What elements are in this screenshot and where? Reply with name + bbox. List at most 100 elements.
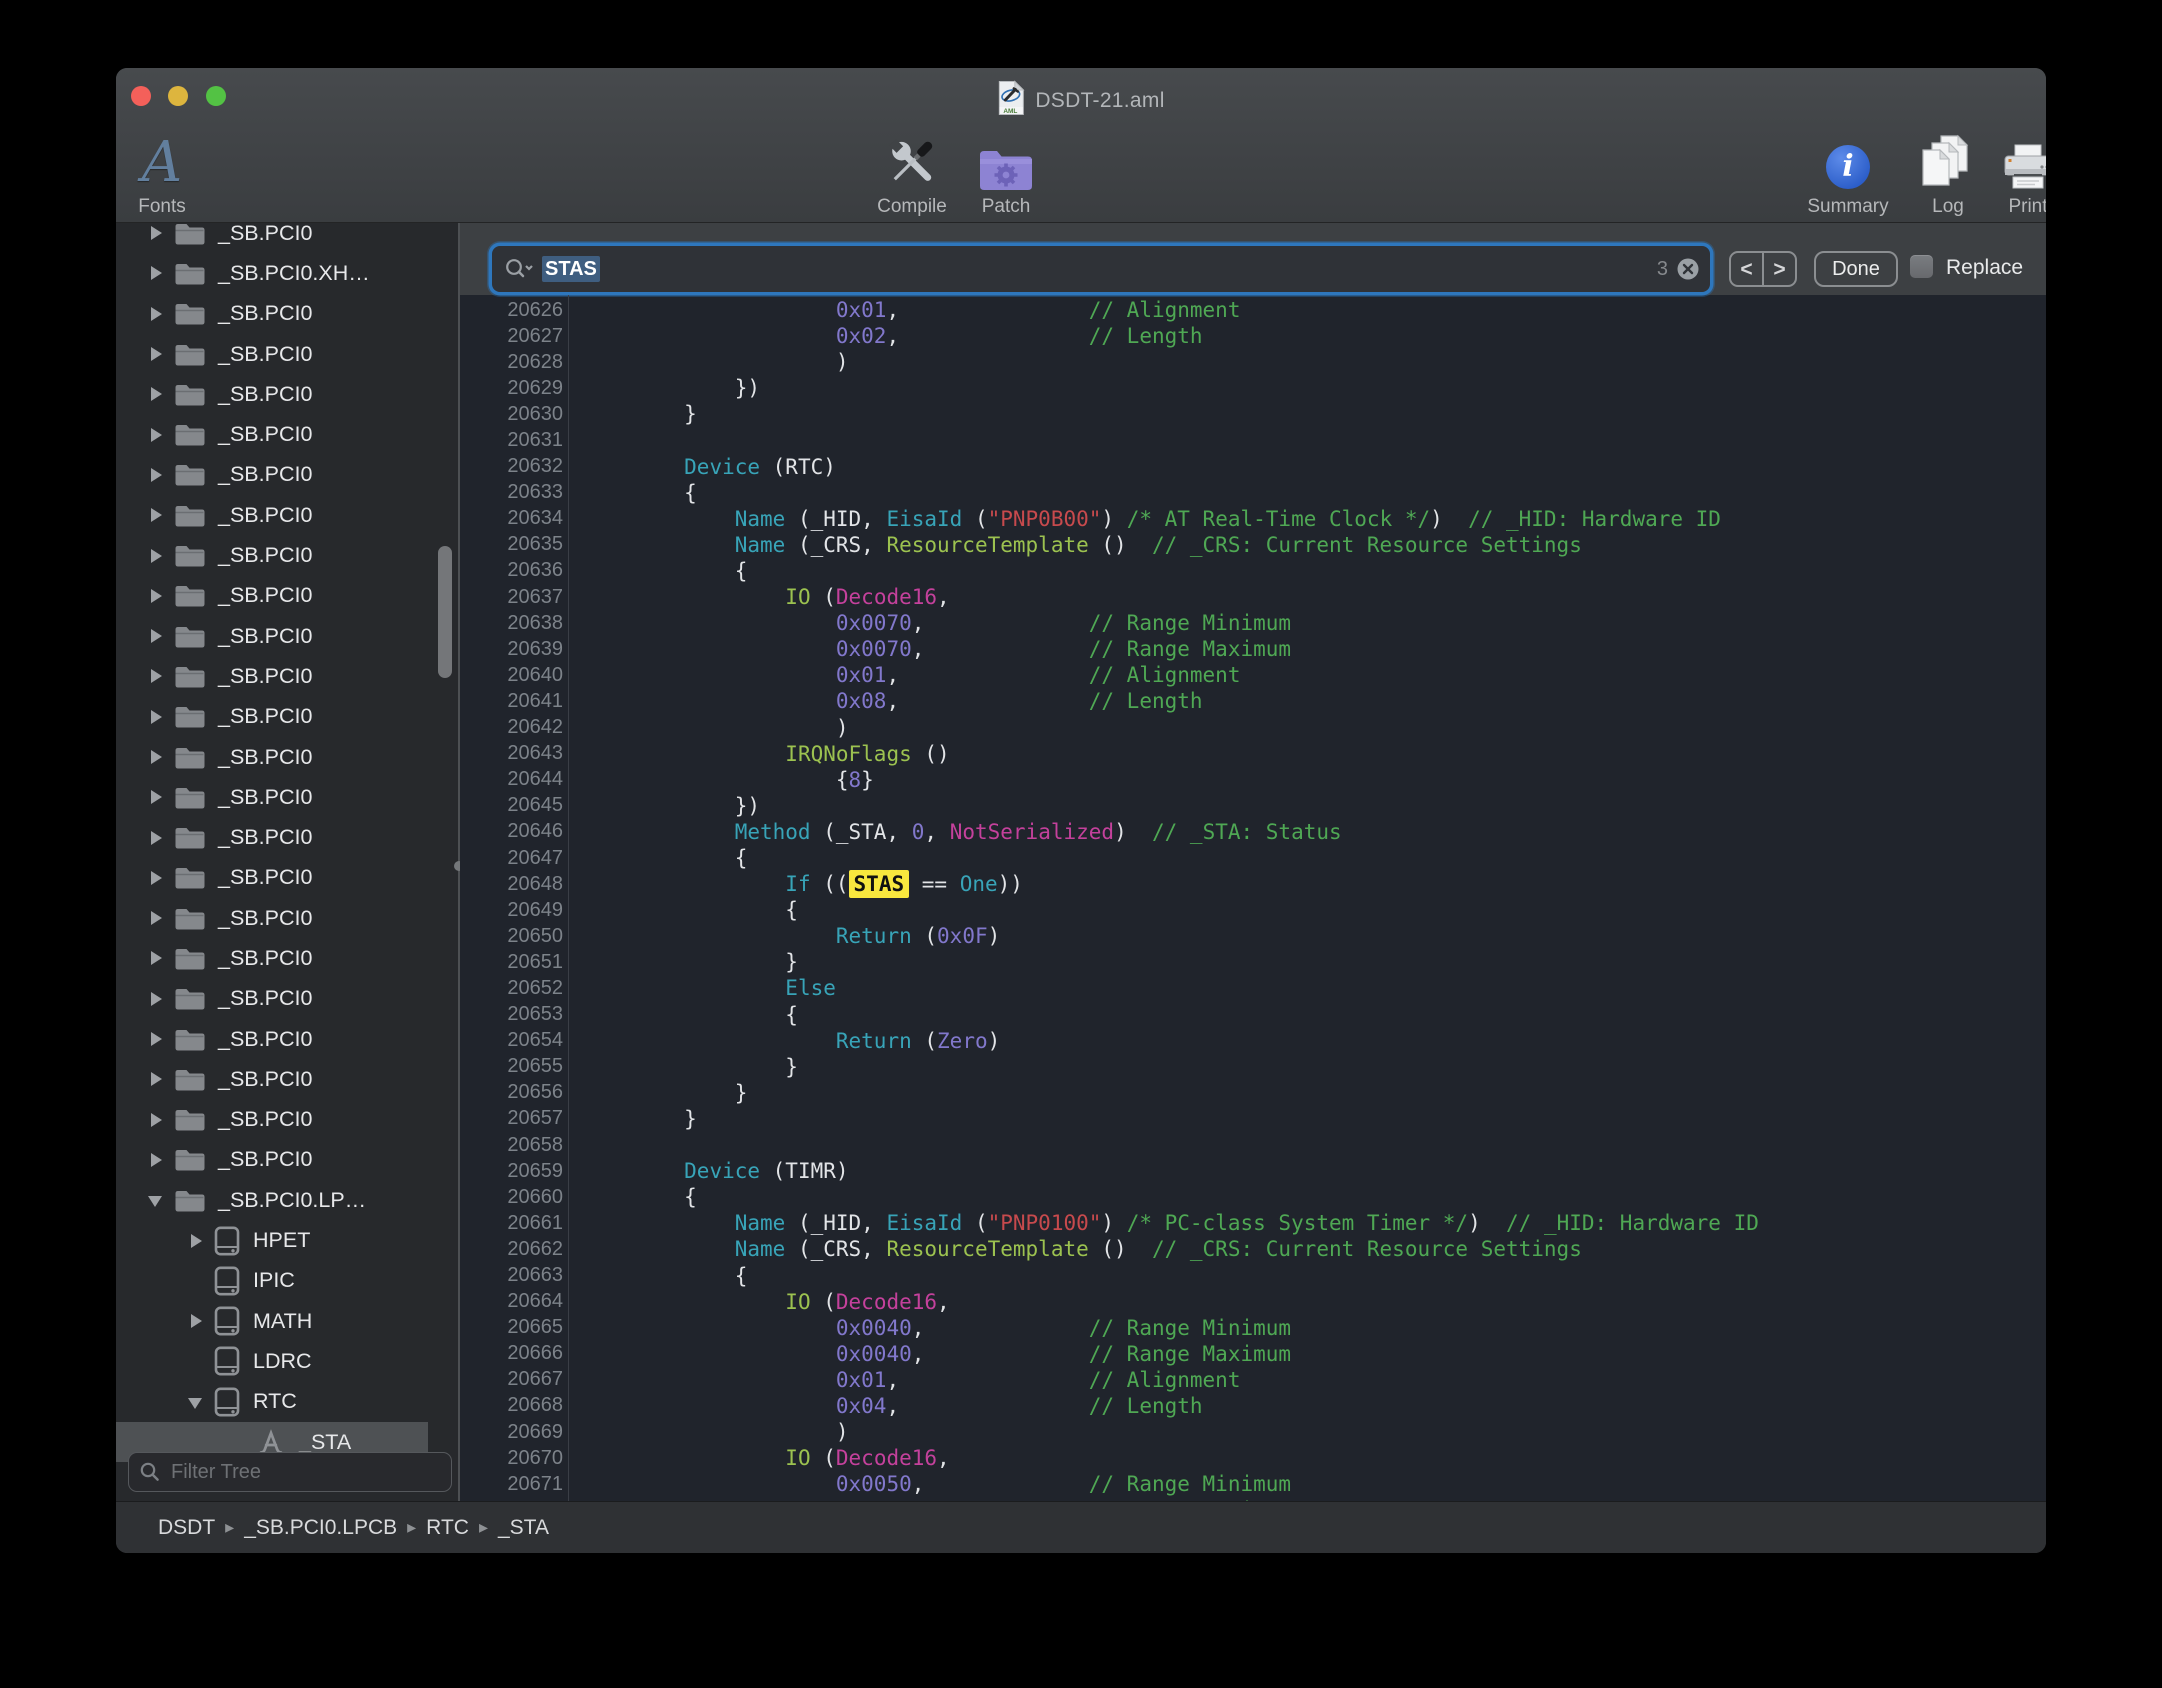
filter-tree-input[interactable]: Filter Tree bbox=[128, 1452, 452, 1492]
sidebar-item-_sbpci0[interactable]: _SB.PCI0 bbox=[116, 294, 428, 334]
code-line[interactable]: 20631 bbox=[460, 427, 2046, 453]
disclosure-right-icon[interactable] bbox=[150, 548, 162, 564]
disclosure-right-icon[interactable] bbox=[150, 588, 162, 604]
disclosure-right-icon[interactable] bbox=[150, 830, 162, 846]
code-line[interactable]: 20636 { bbox=[460, 558, 2046, 584]
sidebar-item-rtc[interactable]: RTC bbox=[116, 1382, 428, 1422]
code-line[interactable]: 20652 Else bbox=[460, 975, 2046, 1001]
sidebar-item-_sbpci0[interactable]: _SB.PCI0 bbox=[116, 1059, 428, 1099]
disclosure-right-icon[interactable] bbox=[150, 870, 162, 886]
patch-button[interactable]: Patch bbox=[946, 126, 1066, 218]
sidebar-item-_sbpci0[interactable]: _SB.PCI0 bbox=[116, 979, 428, 1019]
done-button[interactable]: Done bbox=[1814, 251, 1898, 287]
print-button[interactable]: Print bbox=[1968, 126, 2046, 218]
disclosure-right-icon[interactable] bbox=[150, 386, 162, 402]
sidebar-item-_sbpci0[interactable]: _SB.PCI0 bbox=[116, 858, 428, 898]
disclosure-right-icon[interactable] bbox=[150, 346, 162, 362]
code-line[interactable]: 20635 Name (_CRS, ResourceTemplate () //… bbox=[460, 532, 2046, 558]
code-line[interactable]: 20649 { bbox=[460, 897, 2046, 923]
disclosure-right-icon[interactable] bbox=[150, 225, 162, 241]
disclosure-right-icon[interactable] bbox=[150, 467, 162, 483]
sidebar-item-_sbpci0[interactable]: _SB.PCI0 bbox=[116, 817, 428, 857]
sidebar-item-ipic[interactable]: IPIC bbox=[116, 1261, 428, 1301]
zoom-button[interactable] bbox=[206, 86, 226, 106]
disclosure-right-icon[interactable] bbox=[150, 709, 162, 725]
sidebar-item-_sbpci0[interactable]: _SB.PCI0 bbox=[116, 414, 428, 454]
breadcrumb-item[interactable]: _STA bbox=[498, 1516, 549, 1540]
disclosure-right-icon[interactable] bbox=[150, 427, 162, 443]
sidebar-item-_sbpci0[interactable]: _SB.PCI0 bbox=[116, 616, 428, 656]
sidebar-item-_sbpci0[interactable]: _SB.PCI0 bbox=[116, 1140, 428, 1180]
sidebar-item-_sbpci0[interactable]: _SB.PCI0 bbox=[116, 495, 428, 535]
code-line[interactable]: 20640 0x01, // Alignment bbox=[460, 662, 2046, 688]
code-line[interactable]: 20662 Name (_CRS, ResourceTemplate () //… bbox=[460, 1236, 2046, 1262]
disclosure-right-icon[interactable] bbox=[150, 507, 162, 523]
code-line[interactable]: 20632 Device (RTC) bbox=[460, 454, 2046, 480]
code-line[interactable]: 20645 }) bbox=[460, 793, 2046, 819]
sidebar-item-math[interactable]: MATH bbox=[116, 1301, 428, 1341]
code-line[interactable]: 20641 0x08, // Length bbox=[460, 688, 2046, 714]
sidebar-item-_sbpci0[interactable]: _SB.PCI0 bbox=[116, 535, 428, 575]
sidebar-item-_sbpci0[interactable]: _SB.PCI0 bbox=[116, 455, 428, 495]
code-line[interactable]: 20637 IO (Decode16, bbox=[460, 584, 2046, 610]
previous-match-button[interactable]: < bbox=[1731, 253, 1764, 285]
disclosure-right-icon[interactable] bbox=[150, 306, 162, 322]
code-line[interactable]: 20655 } bbox=[460, 1054, 2046, 1080]
breadcrumb-item[interactable]: DSDT bbox=[158, 1516, 215, 1540]
code-line[interactable]: 20666 0x0040, // Range Maximum bbox=[460, 1341, 2046, 1367]
sidebar-item-_sbpci0[interactable]: _SB.PCI0 bbox=[116, 777, 428, 817]
disclosure-right-icon[interactable] bbox=[150, 628, 162, 644]
sidebar-item-_sbpci0[interactable]: _SB.PCI0 bbox=[116, 1019, 428, 1059]
sidebar-item-_sbpci0[interactable]: _SB.PCI0 bbox=[116, 576, 428, 616]
sidebar-item-_sbpci0xh[interactable]: _SB.PCI0.XH… bbox=[116, 253, 428, 293]
sidebar-item-_sbpci0[interactable]: _SB.PCI0 bbox=[116, 697, 428, 737]
code-line[interactable]: 20656 } bbox=[460, 1080, 2046, 1106]
code-line[interactable]: 20669 ) bbox=[460, 1419, 2046, 1445]
code-line[interactable]: 20648 If ((STAS == One)) bbox=[460, 871, 2046, 897]
code-line[interactable]: 20633 { bbox=[460, 480, 2046, 506]
code-line[interactable]: 20647 { bbox=[460, 845, 2046, 871]
code-editor[interactable]: 20626 0x01, // Alignment20627 0x02, // L… bbox=[460, 295, 2046, 1502]
breadcrumb-item[interactable]: _SB.PCI0.LPCB bbox=[244, 1516, 397, 1540]
code-line[interactable]: 20653 { bbox=[460, 1002, 2046, 1028]
code-line[interactable]: 20658 bbox=[460, 1132, 2046, 1158]
code-line[interactable]: 20646 Method (_STA, 0, NotSerialized) //… bbox=[460, 819, 2046, 845]
disclosure-right-icon[interactable] bbox=[190, 1313, 202, 1329]
code-line[interactable]: 20663 { bbox=[460, 1262, 2046, 1288]
code-line[interactable]: 20629 }) bbox=[460, 375, 2046, 401]
fonts-button[interactable]: A Fonts bbox=[116, 126, 222, 218]
disclosure-right-icon[interactable] bbox=[150, 749, 162, 765]
sidebar-item-_sbpci0[interactable]: _SB.PCI0 bbox=[116, 737, 428, 777]
sidebar-scrollbar-thumb[interactable] bbox=[438, 546, 452, 678]
disclosure-right-icon[interactable] bbox=[190, 1233, 202, 1249]
next-match-button[interactable]: > bbox=[1764, 253, 1795, 285]
replace-checkbox[interactable] bbox=[1910, 255, 1933, 278]
disclosure-right-icon[interactable] bbox=[150, 789, 162, 805]
code-line[interactable]: 20626 0x01, // Alignment bbox=[460, 297, 2046, 323]
code-line[interactable]: 20670 IO (Decode16, bbox=[460, 1445, 2046, 1471]
close-button[interactable] bbox=[131, 86, 151, 106]
sidebar-item-hpet[interactable]: HPET bbox=[116, 1220, 428, 1260]
disclosure-right-icon[interactable] bbox=[150, 265, 162, 281]
code-line[interactable]: 20659 Device (TIMR) bbox=[460, 1158, 2046, 1184]
disclosure-right-icon[interactable] bbox=[150, 910, 162, 926]
code-line[interactable]: 20630 } bbox=[460, 401, 2046, 427]
search-icon[interactable] bbox=[504, 257, 534, 281]
disclosure-right-icon[interactable] bbox=[150, 991, 162, 1007]
disclosure-right-icon[interactable] bbox=[150, 950, 162, 966]
sidebar-item-_sbpci0[interactable]: _SB.PCI0 bbox=[116, 1100, 428, 1140]
code-line[interactable]: 20628 ) bbox=[460, 349, 2046, 375]
code-line[interactable]: 20642 ) bbox=[460, 715, 2046, 741]
code-line[interactable]: 20639 0x0070, // Range Maximum bbox=[460, 636, 2046, 662]
disclosure-right-icon[interactable] bbox=[150, 1152, 162, 1168]
code-line[interactable]: 20665 0x0040, // Range Minimum bbox=[460, 1315, 2046, 1341]
code-line[interactable]: 20661 Name (_HID, EisaId ("PNP0100") /* … bbox=[460, 1210, 2046, 1236]
sidebar-item-_sbpci0lp[interactable]: _SB.PCI0.LP… bbox=[116, 1180, 428, 1220]
disclosure-right-icon[interactable] bbox=[150, 1031, 162, 1047]
disclosure-down-icon[interactable] bbox=[190, 1394, 202, 1410]
breadcrumb-item[interactable]: RTC bbox=[426, 1516, 469, 1540]
code-line[interactable]: 20657 } bbox=[460, 1106, 2046, 1132]
sidebar-item-_sbpci0[interactable]: _SB.PCI0 bbox=[116, 898, 428, 938]
code-line[interactable]: 20627 0x02, // Length bbox=[460, 323, 2046, 349]
code-line[interactable]: 20650 Return (0x0F) bbox=[460, 923, 2046, 949]
